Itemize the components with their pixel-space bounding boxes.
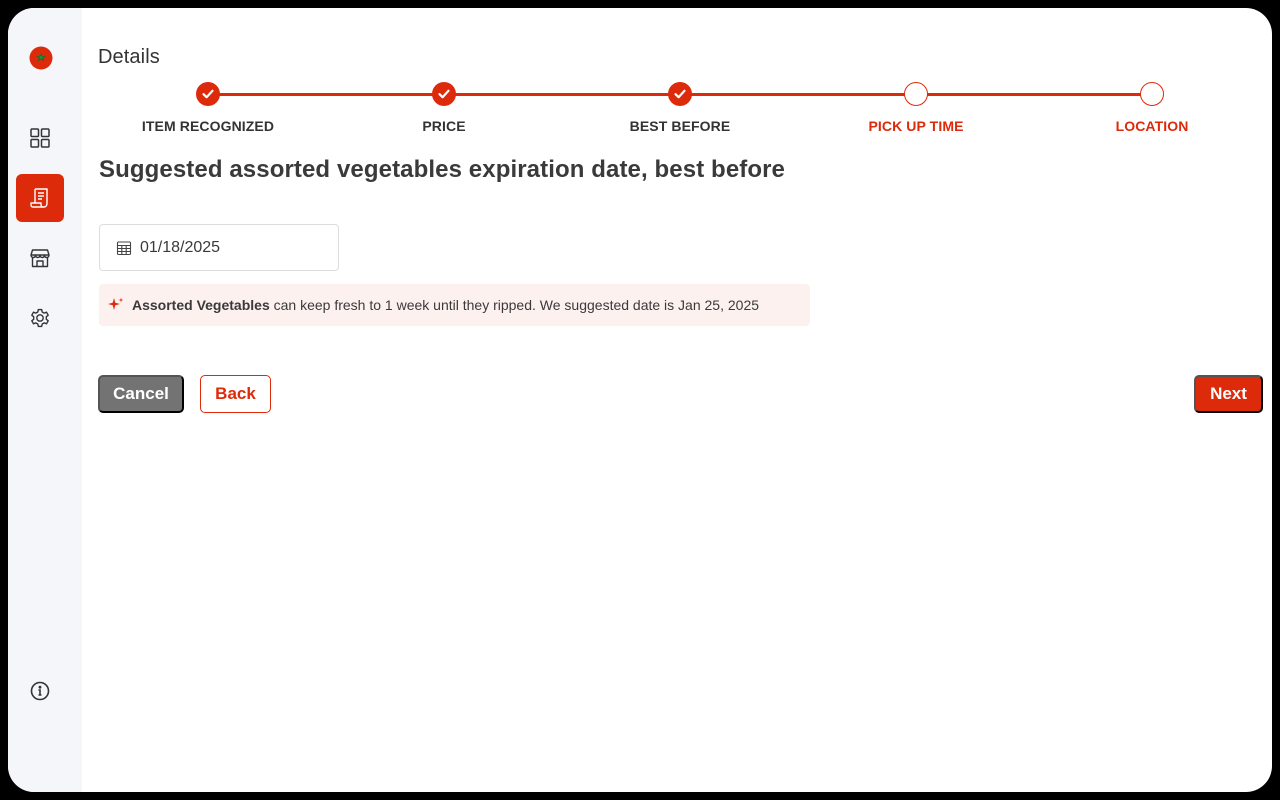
step-5-circle [1140,82,1164,106]
suggestion-detail: can keep fresh to 1 week until they ripp… [273,297,760,313]
step-4-circle [904,82,928,106]
back-button[interactable]: Back [200,375,271,413]
step-label-best-before: BEST BEFORE [629,118,731,134]
step-label-price: PRICE [422,118,466,134]
sidebar-item-dashboard[interactable] [16,114,64,162]
device-frame: Details ITEM RECOGNIZED PRICE BEST BEFOR… [0,0,1280,800]
tomato-logo[interactable] [28,44,54,70]
main-content: Details ITEM RECOGNIZED PRICE BEST BEFOR… [98,8,1272,792]
step-1-check-icon [196,82,220,106]
step-3-check-icon [668,82,692,106]
info-icon [30,681,50,701]
page-title: Details [98,46,160,68]
receipt-icon [30,188,48,208]
suggestion-item-name: Assorted Vegetables [132,297,270,313]
next-button[interactable]: Next [1194,375,1263,413]
step-label-location: LOCATION [1115,118,1189,134]
section-headline: Suggested assorted vegetables expiration… [99,156,786,183]
progress-stepper: ITEM RECOGNIZED PRICE BEST BEFORE PICK U… [98,80,1272,140]
calendar-icon [116,240,132,255]
ai-suggestion-banner: Assorted Vegetables can keep fresh to 1 … [99,284,810,326]
suggestion-text: Assorted Vegetables can keep fresh to 1 … [132,297,759,313]
grid-icon [30,128,50,148]
store-icon [30,249,50,268]
date-value: 01/18/2025 [140,238,221,256]
gear-icon [31,308,49,328]
cancel-button[interactable]: Cancel [98,375,184,413]
app-screen: Details ITEM RECOGNIZED PRICE BEST BEFOR… [8,8,1272,792]
sidebar-item-listings[interactable] [16,174,64,222]
best-before-date-input[interactable]: 01/18/2025 [99,224,339,271]
sidebar-item-settings[interactable] [16,294,64,342]
step-2-check-icon [432,82,456,106]
step-label-pick-up-time: PICK UP TIME [868,118,964,134]
step-label-item-recognized: ITEM RECOGNIZED [141,118,275,134]
sparkle-icon [108,297,124,310]
info-button[interactable] [16,667,64,715]
sidebar-item-store[interactable] [16,234,64,282]
sidebar [8,8,82,792]
